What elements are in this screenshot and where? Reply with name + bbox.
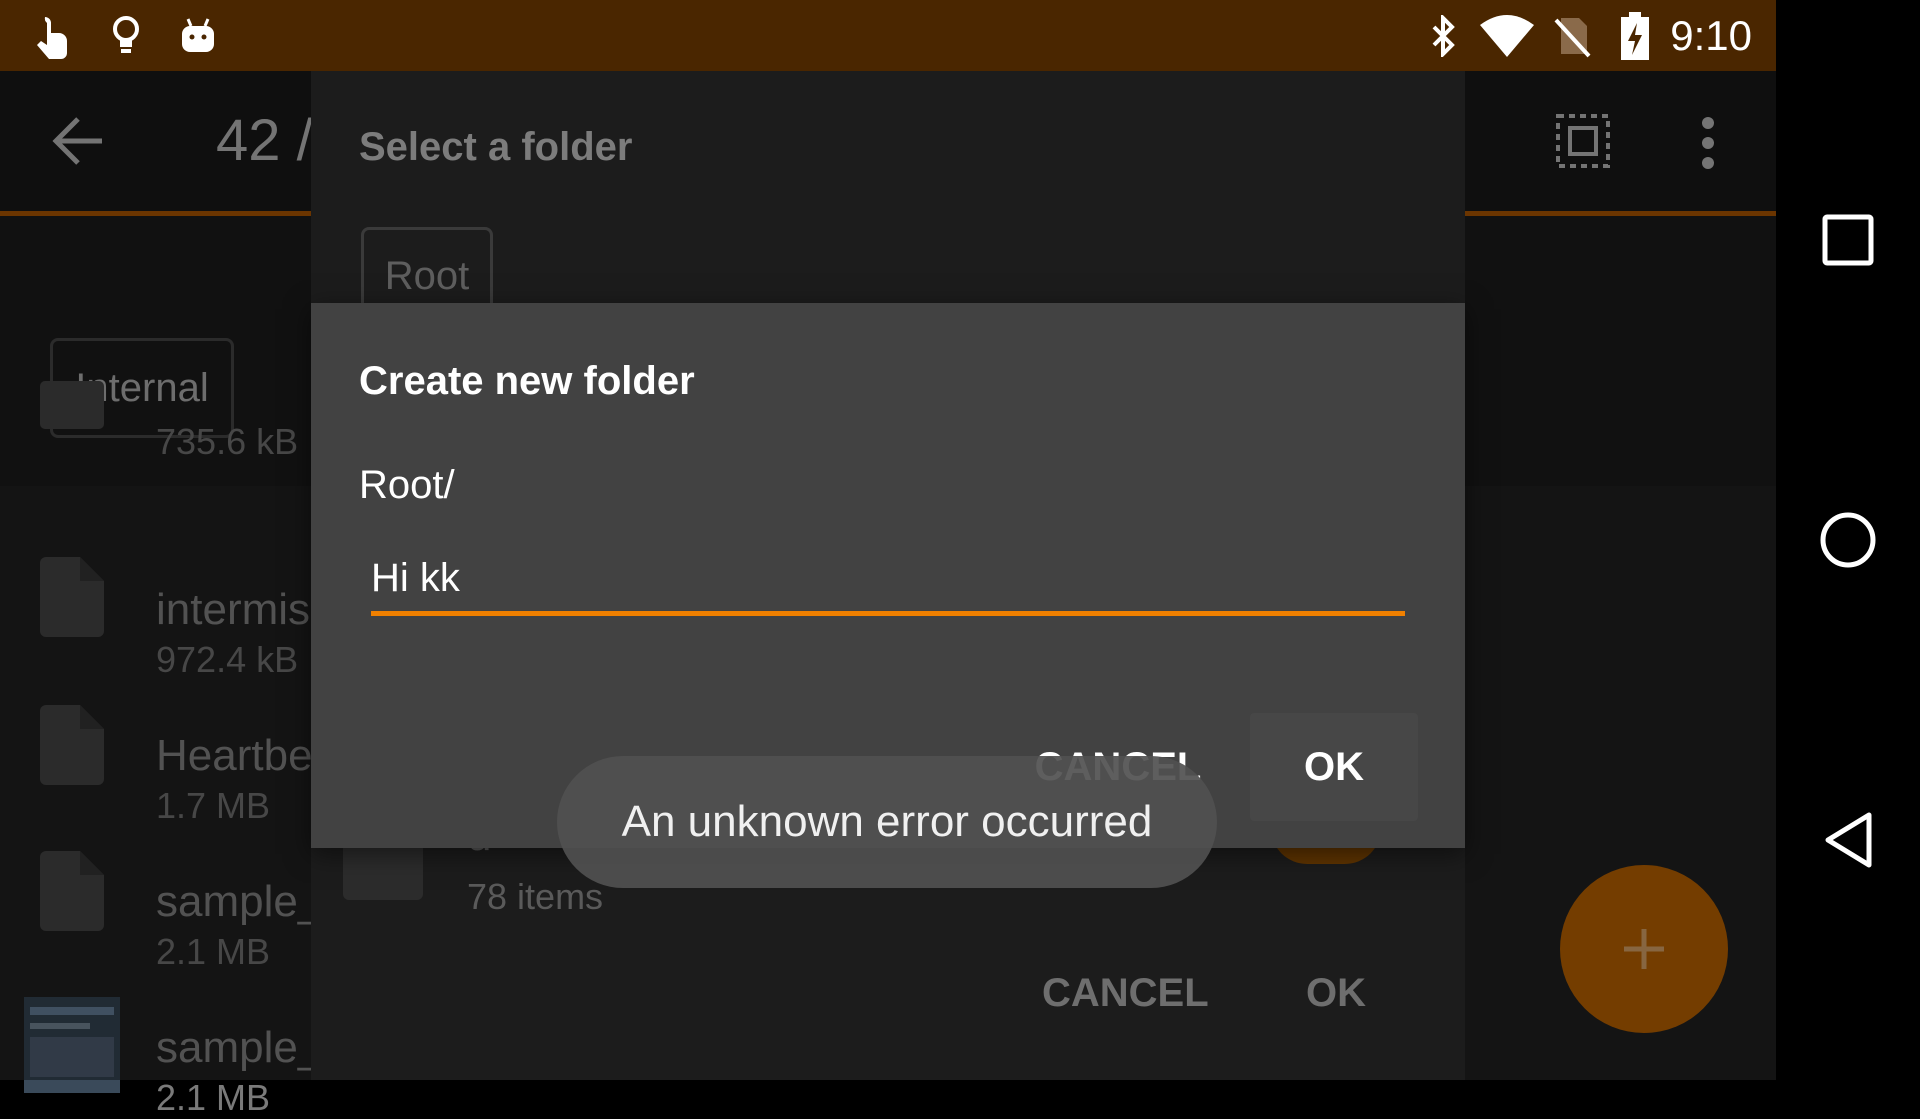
square-icon [1822, 214, 1874, 266]
touch-icon [30, 0, 74, 71]
path-label: Root/ [359, 463, 455, 507]
ok-button[interactable]: OK [1250, 713, 1418, 821]
no-sim-icon [1552, 0, 1592, 71]
clock: 9:10 [1670, 12, 1752, 59]
error-toast: An unknown error occurred [557, 756, 1217, 888]
ok-button[interactable]: OK [1306, 971, 1366, 1016]
cancel-button[interactable]: CANCEL [1042, 971, 1209, 1016]
home-button[interactable] [1776, 480, 1920, 600]
status-bar: 9:10 [0, 0, 1776, 71]
dialog-title: Select a folder [359, 125, 633, 169]
folder-name-input[interactable] [371, 546, 1405, 616]
bluetooth-icon [1426, 0, 1462, 71]
back-nav-button[interactable] [1776, 780, 1920, 900]
navigation-bar [1776, 0, 1920, 1080]
dialog-title: Create new folder [359, 359, 695, 403]
circle-icon [1820, 512, 1876, 568]
lightbulb-icon [106, 0, 146, 71]
battery-charging-icon [1618, 0, 1652, 71]
file-size: 2.1 MB [156, 1077, 271, 1118]
android-icon [178, 0, 218, 71]
wifi-icon [1478, 0, 1536, 71]
recents-button[interactable] [1776, 180, 1920, 300]
triangle-back-icon [1825, 812, 1872, 868]
folder-item-count: 78 items [467, 876, 604, 917]
